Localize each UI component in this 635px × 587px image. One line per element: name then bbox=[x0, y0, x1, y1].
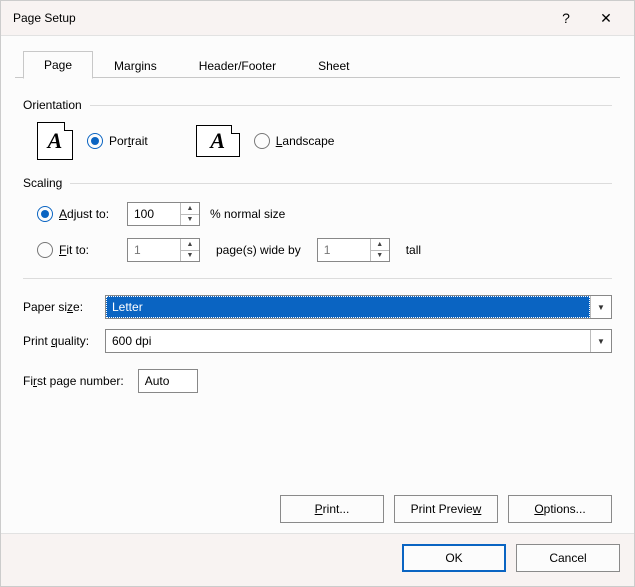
group-scaling: Scaling bbox=[23, 176, 612, 190]
window-title: Page Setup bbox=[13, 11, 76, 25]
ok-button[interactable]: OK bbox=[402, 544, 506, 572]
first-page-number-label: First page number: bbox=[23, 374, 124, 388]
spinner-up-icon[interactable]: ▲ bbox=[371, 239, 389, 251]
separator bbox=[23, 278, 612, 279]
adjust-to-spinner[interactable]: ▲ ▼ bbox=[127, 202, 200, 226]
cancel-button[interactable]: Cancel bbox=[516, 544, 620, 572]
adjust-to-input[interactable] bbox=[128, 203, 180, 225]
paper-size-value: Letter bbox=[106, 296, 590, 318]
tab-margins[interactable]: Margins bbox=[93, 52, 178, 79]
paper-size-label: Paper size: bbox=[23, 300, 105, 314]
chevron-down-icon[interactable]: ▼ bbox=[590, 296, 611, 318]
spinner-up-icon[interactable]: ▲ bbox=[181, 239, 199, 251]
tab-sheet[interactable]: Sheet bbox=[297, 52, 370, 79]
tab-page[interactable]: Page bbox=[23, 51, 93, 79]
fit-wide-input[interactable] bbox=[128, 239, 180, 261]
tab-strip: Page Margins Header/Footer Sheet bbox=[1, 36, 634, 78]
fit-tall-spinner[interactable]: ▲ ▼ bbox=[317, 238, 390, 262]
radio-portrait[interactable]: Portrait bbox=[87, 133, 148, 149]
tab-panel-page: Orientation A Portrait A Landscape bbox=[1, 78, 634, 533]
fit-middle-label: page(s) wide by bbox=[216, 243, 301, 257]
fit-tall-input[interactable] bbox=[318, 239, 370, 261]
print-preview-button[interactable]: Print Preview bbox=[394, 495, 498, 523]
page-setup-dialog: Page Setup ? ✕ Page Margins Header/Foote… bbox=[0, 0, 635, 587]
spinner-down-icon[interactable]: ▼ bbox=[371, 251, 389, 262]
radio-dot-icon bbox=[87, 133, 103, 149]
titlebar: Page Setup ? ✕ bbox=[1, 1, 634, 35]
close-button[interactable]: ✕ bbox=[586, 3, 626, 33]
paper-size-combo[interactable]: Letter ▼ bbox=[105, 295, 612, 319]
spinner-down-icon[interactable]: ▼ bbox=[181, 215, 199, 226]
print-quality-value: 600 dpi bbox=[106, 330, 590, 352]
spinner-up-icon[interactable]: ▲ bbox=[181, 203, 199, 215]
radio-landscape-label: Landscape bbox=[276, 134, 335, 148]
radio-dot-icon bbox=[37, 242, 53, 258]
adjust-suffix-label: % normal size bbox=[210, 207, 285, 221]
print-quality-label: Print quality: bbox=[23, 334, 105, 348]
fit-wide-spinner[interactable]: ▲ ▼ bbox=[127, 238, 200, 262]
orientation-landscape-cell: A Landscape bbox=[196, 125, 335, 157]
group-orientation: Orientation bbox=[23, 98, 612, 112]
landscape-page-icon: A bbox=[196, 125, 240, 157]
tab-headerfooter[interactable]: Header/Footer bbox=[178, 52, 297, 79]
dialog-footer: OK Cancel bbox=[1, 533, 634, 586]
radio-landscape[interactable]: Landscape bbox=[254, 133, 335, 149]
print-button[interactable]: Print... bbox=[280, 495, 384, 523]
radio-dot-icon bbox=[254, 133, 270, 149]
inner-button-bar: Print... Print Preview Options... bbox=[23, 491, 612, 523]
radio-fit-label: Fit to: bbox=[59, 243, 89, 257]
spinner-down-icon[interactable]: ▼ bbox=[181, 251, 199, 262]
radio-portrait-label: Portrait bbox=[109, 134, 148, 148]
first-page-number-input[interactable]: Auto bbox=[138, 369, 198, 393]
radio-adjust-to[interactable]: Adjust to: bbox=[37, 206, 117, 222]
client-area: Page Margins Header/Footer Sheet Orienta… bbox=[1, 35, 634, 533]
help-button[interactable]: ? bbox=[546, 3, 586, 33]
orientation-portrait-cell: A Portrait bbox=[37, 122, 148, 160]
radio-fit-to[interactable]: Fit to: bbox=[37, 242, 117, 258]
radio-adjust-label: Adjust to: bbox=[59, 207, 109, 221]
options-button[interactable]: Options... bbox=[508, 495, 612, 523]
chevron-down-icon[interactable]: ▼ bbox=[590, 330, 611, 352]
print-quality-combo[interactable]: 600 dpi ▼ bbox=[105, 329, 612, 353]
fit-tall-suffix-label: tall bbox=[406, 243, 421, 257]
portrait-page-icon: A bbox=[37, 122, 73, 160]
radio-dot-icon bbox=[37, 206, 53, 222]
